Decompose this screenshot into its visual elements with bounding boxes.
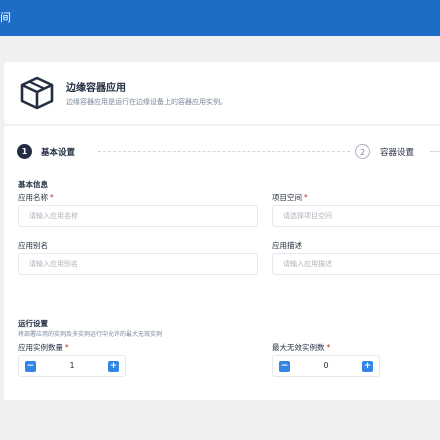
project-space-select[interactable]: 请选择项目空间 <box>272 205 440 227</box>
increment-button[interactable]: + <box>108 361 119 372</box>
required-mark: * <box>50 193 54 202</box>
top-bar-title: 间 <box>0 11 11 24</box>
required-mark: * <box>304 193 308 202</box>
project-space-label: 项目空间 * <box>272 192 308 203</box>
required-mark: * <box>326 343 331 352</box>
project-space-label-text: 项目空间 <box>272 193 302 202</box>
app-alias-input[interactable]: 请输入应用别名 <box>18 253 258 275</box>
create-form: 1 基本设置 2 容器设置 基本信息 应用名称 * 请输入应用名称 项目空间 * 请… <box>4 126 440 400</box>
page-title: 边缘容器应用 <box>66 83 126 94</box>
step-1-number: 1 <box>17 144 32 159</box>
max-invalid-label-text: 最大无效实例数 <box>272 343 325 352</box>
instance-count-label-text: 应用实例数量 <box>18 343 63 352</box>
required-mark: * <box>65 343 69 352</box>
step-indicator: 1 基本设置 2 容器设置 <box>4 142 440 162</box>
page-description: 边缘容器应用是运行在边缘设备上的容器应用实例。 <box>66 98 227 106</box>
box-icon <box>20 76 54 110</box>
app-name-label-text: 应用名称 <box>18 193 48 202</box>
app-name-input[interactable]: 请输入应用名称 <box>18 205 258 227</box>
step-divider <box>98 151 350 152</box>
page-background <box>0 400 440 440</box>
instance-count-label: 应用实例数量 * <box>18 342 69 353</box>
run-settings-description: 将部署应用的实例及多实例运行中允许的最大无效实例 <box>18 331 163 338</box>
max-invalid-stepper: − 0 + <box>272 355 380 377</box>
app-desc-input[interactable]: 请输入应用描述 <box>272 253 440 275</box>
top-bar: 间 <box>0 0 440 36</box>
app-alias-label: 应用别名 <box>18 241 48 250</box>
step-divider-tail <box>430 151 440 152</box>
app-desc-label: 应用描述 <box>272 241 302 250</box>
max-invalid-label: 最大无效实例数 * <box>272 342 330 353</box>
basic-info-title: 基本信息 <box>18 180 48 189</box>
run-settings-title: 运行设置 <box>18 319 48 328</box>
step-2-number: 2 <box>355 144 370 159</box>
app-name-label: 应用名称 * <box>18 192 54 203</box>
step-2-label[interactable]: 容器设置 <box>380 146 414 158</box>
instance-count-stepper: − 1 + <box>18 355 126 377</box>
increment-button[interactable]: + <box>362 361 373 372</box>
step-1-label[interactable]: 基本设置 <box>41 146 75 158</box>
